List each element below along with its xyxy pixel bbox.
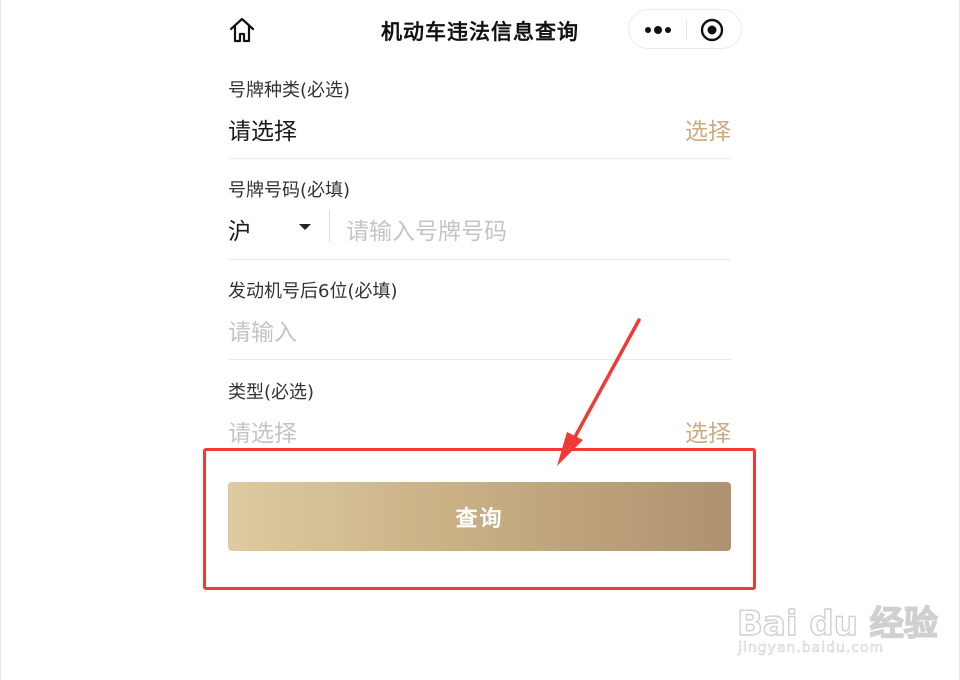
plate-type-value: 请选择: [228, 119, 297, 145]
type-label: 类型(必选): [228, 382, 315, 403]
plate-type-row[interactable]: 号牌种类(必选) 请选择 选择: [228, 74, 731, 158]
watermark-url: jingyan.baidu.com: [738, 640, 885, 657]
plate-number-input[interactable]: 请输入号牌号码: [346, 212, 507, 246]
target-close-icon[interactable]: [699, 17, 725, 43]
nav-bar: 机动车违法信息查询: [200, 0, 760, 62]
row-divider: [228, 158, 731, 159]
row-divider: [228, 359, 731, 360]
more-dots-icon[interactable]: [639, 18, 679, 42]
province-select[interactable]: 沪: [228, 212, 251, 246]
frame-border-left: [0, 0, 1, 680]
plate-number-label: 号牌号码(必填): [228, 180, 351, 201]
type-value: 请选择: [228, 421, 297, 447]
engine-number-label: 发动机号后6位(必填): [228, 281, 398, 302]
type-row[interactable]: 类型(必选) 请选择 选择: [228, 376, 731, 448]
query-button[interactable]: 查询: [228, 482, 731, 551]
baidu-jingyan-watermark: Bai du 经验: [736, 603, 938, 644]
row-divider: [228, 259, 731, 260]
input-divider: [329, 210, 330, 242]
plate-type-select-button[interactable]: 选择: [685, 112, 731, 146]
caret-down-icon[interactable]: [299, 224, 311, 230]
mini-program-capsule: [628, 9, 742, 49]
engine-number-input[interactable]: 请输入: [228, 313, 297, 347]
engine-number-row: 发动机号后6位(必填) 请输入: [228, 275, 731, 359]
capsule-divider: [686, 20, 687, 40]
type-select-button[interactable]: 选择: [685, 414, 731, 448]
plate-type-label: 号牌种类(必选): [228, 80, 351, 101]
plate-number-row: 号牌号码(必填) 沪 请输入号牌号码: [228, 174, 731, 258]
